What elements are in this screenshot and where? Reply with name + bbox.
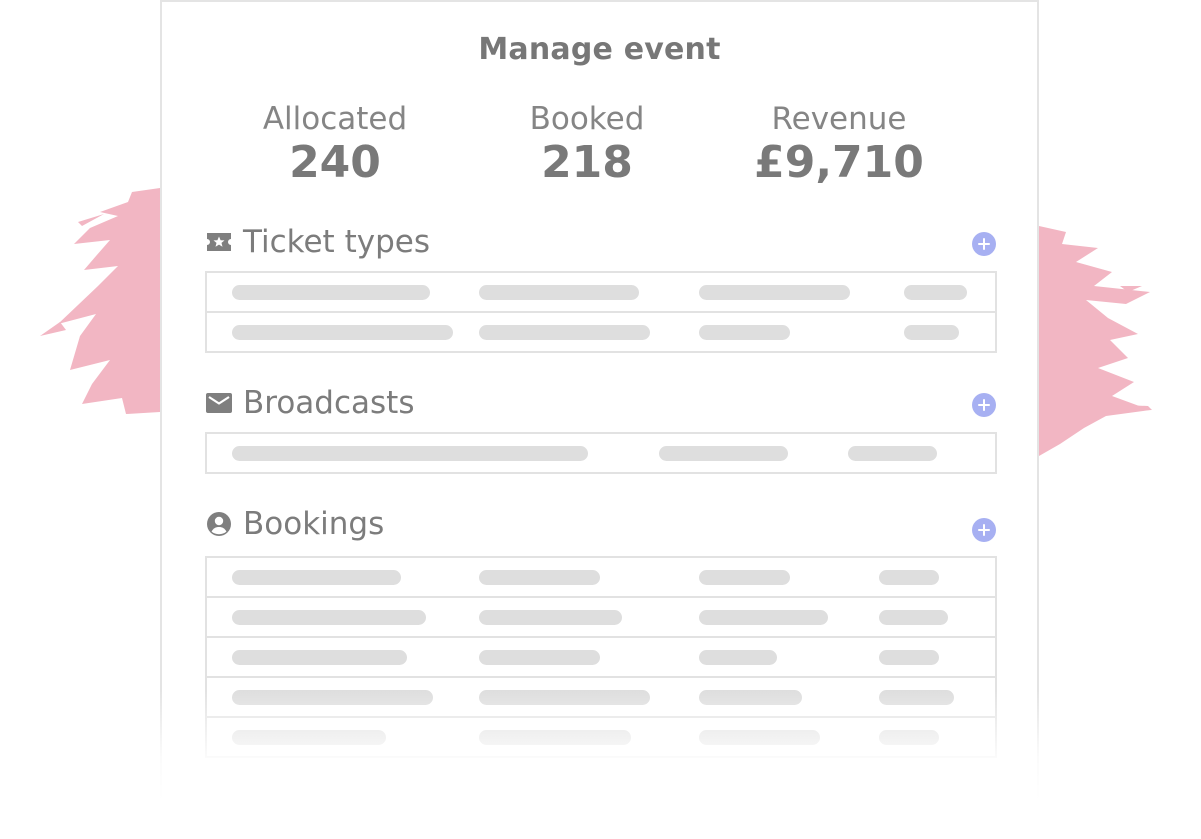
placeholder-bar	[879, 650, 939, 665]
placeholder-bar	[479, 690, 650, 705]
add-booking-button[interactable]	[972, 518, 996, 542]
placeholder-bar	[879, 570, 939, 585]
table-row[interactable]	[207, 434, 995, 472]
table-row[interactable]	[207, 678, 995, 718]
app-stage: Manage event Allocated 240 Booked 218 Re…	[0, 0, 1201, 839]
placeholder-bar	[699, 285, 850, 300]
placeholder-bar	[479, 650, 600, 665]
placeholder-bar	[232, 690, 433, 705]
section-bookings-title: Bookings	[243, 506, 385, 542]
stat-booked-label: Booked	[529, 101, 645, 137]
table-row[interactable]	[207, 598, 995, 638]
placeholder-bar	[659, 446, 788, 461]
placeholder-bar	[699, 610, 828, 625]
add-broadcast-button[interactable]	[972, 393, 996, 417]
stat-revenue: Revenue £9,710	[719, 100, 959, 188]
placeholder-bar	[479, 730, 631, 745]
placeholder-bar	[232, 325, 453, 340]
placeholder-bar	[479, 325, 650, 340]
placeholder-bar	[479, 570, 600, 585]
placeholder-bar	[699, 570, 790, 585]
stat-allocated-value: 240	[289, 137, 381, 188]
stat-booked: Booked 218	[467, 100, 707, 188]
placeholder-bar	[232, 610, 426, 625]
stat-booked-value: 218	[541, 137, 633, 188]
placeholder-bar	[699, 730, 820, 745]
manage-event-card: Manage event Allocated 240 Booked 218 Re…	[160, 0, 1039, 839]
placeholder-bar	[699, 690, 802, 705]
placeholder-bar	[479, 610, 622, 625]
placeholder-bar	[879, 610, 948, 625]
account-circle-icon	[207, 512, 231, 536]
placeholder-bar	[904, 325, 959, 340]
placeholder-bar	[904, 285, 967, 300]
placeholder-bar	[479, 285, 639, 300]
section-ticket-types-title: Ticket types	[243, 224, 430, 260]
placeholder-bar	[699, 650, 777, 665]
placeholder-bar	[232, 285, 430, 300]
placeholder-bar	[232, 570, 401, 585]
table-row[interactable]	[207, 638, 995, 678]
stat-revenue-label: Revenue	[771, 101, 907, 137]
table-row[interactable]	[207, 313, 995, 351]
stat-allocated-label: Allocated	[262, 101, 408, 137]
bookings-table	[205, 556, 997, 758]
table-row[interactable]	[207, 558, 995, 598]
page-title: Manage event	[478, 32, 721, 67]
placeholder-bar	[879, 730, 939, 745]
placeholder-bar	[232, 650, 407, 665]
table-row[interactable]	[207, 718, 995, 756]
placeholder-bar	[699, 325, 790, 340]
placeholder-bar	[232, 446, 588, 461]
envelope-icon	[206, 393, 232, 413]
stat-allocated: Allocated 240	[215, 100, 455, 188]
placeholder-bar	[879, 690, 954, 705]
ticket-icon	[207, 233, 231, 251]
broadcasts-table	[205, 432, 997, 474]
placeholder-bar	[232, 730, 386, 745]
stat-revenue-value: £9,710	[754, 137, 924, 188]
section-broadcasts-title: Broadcasts	[243, 385, 415, 421]
ticket-types-table	[205, 271, 997, 353]
table-row[interactable]	[207, 273, 995, 313]
placeholder-bar	[848, 446, 937, 461]
add-ticket-type-button[interactable]	[972, 232, 996, 256]
